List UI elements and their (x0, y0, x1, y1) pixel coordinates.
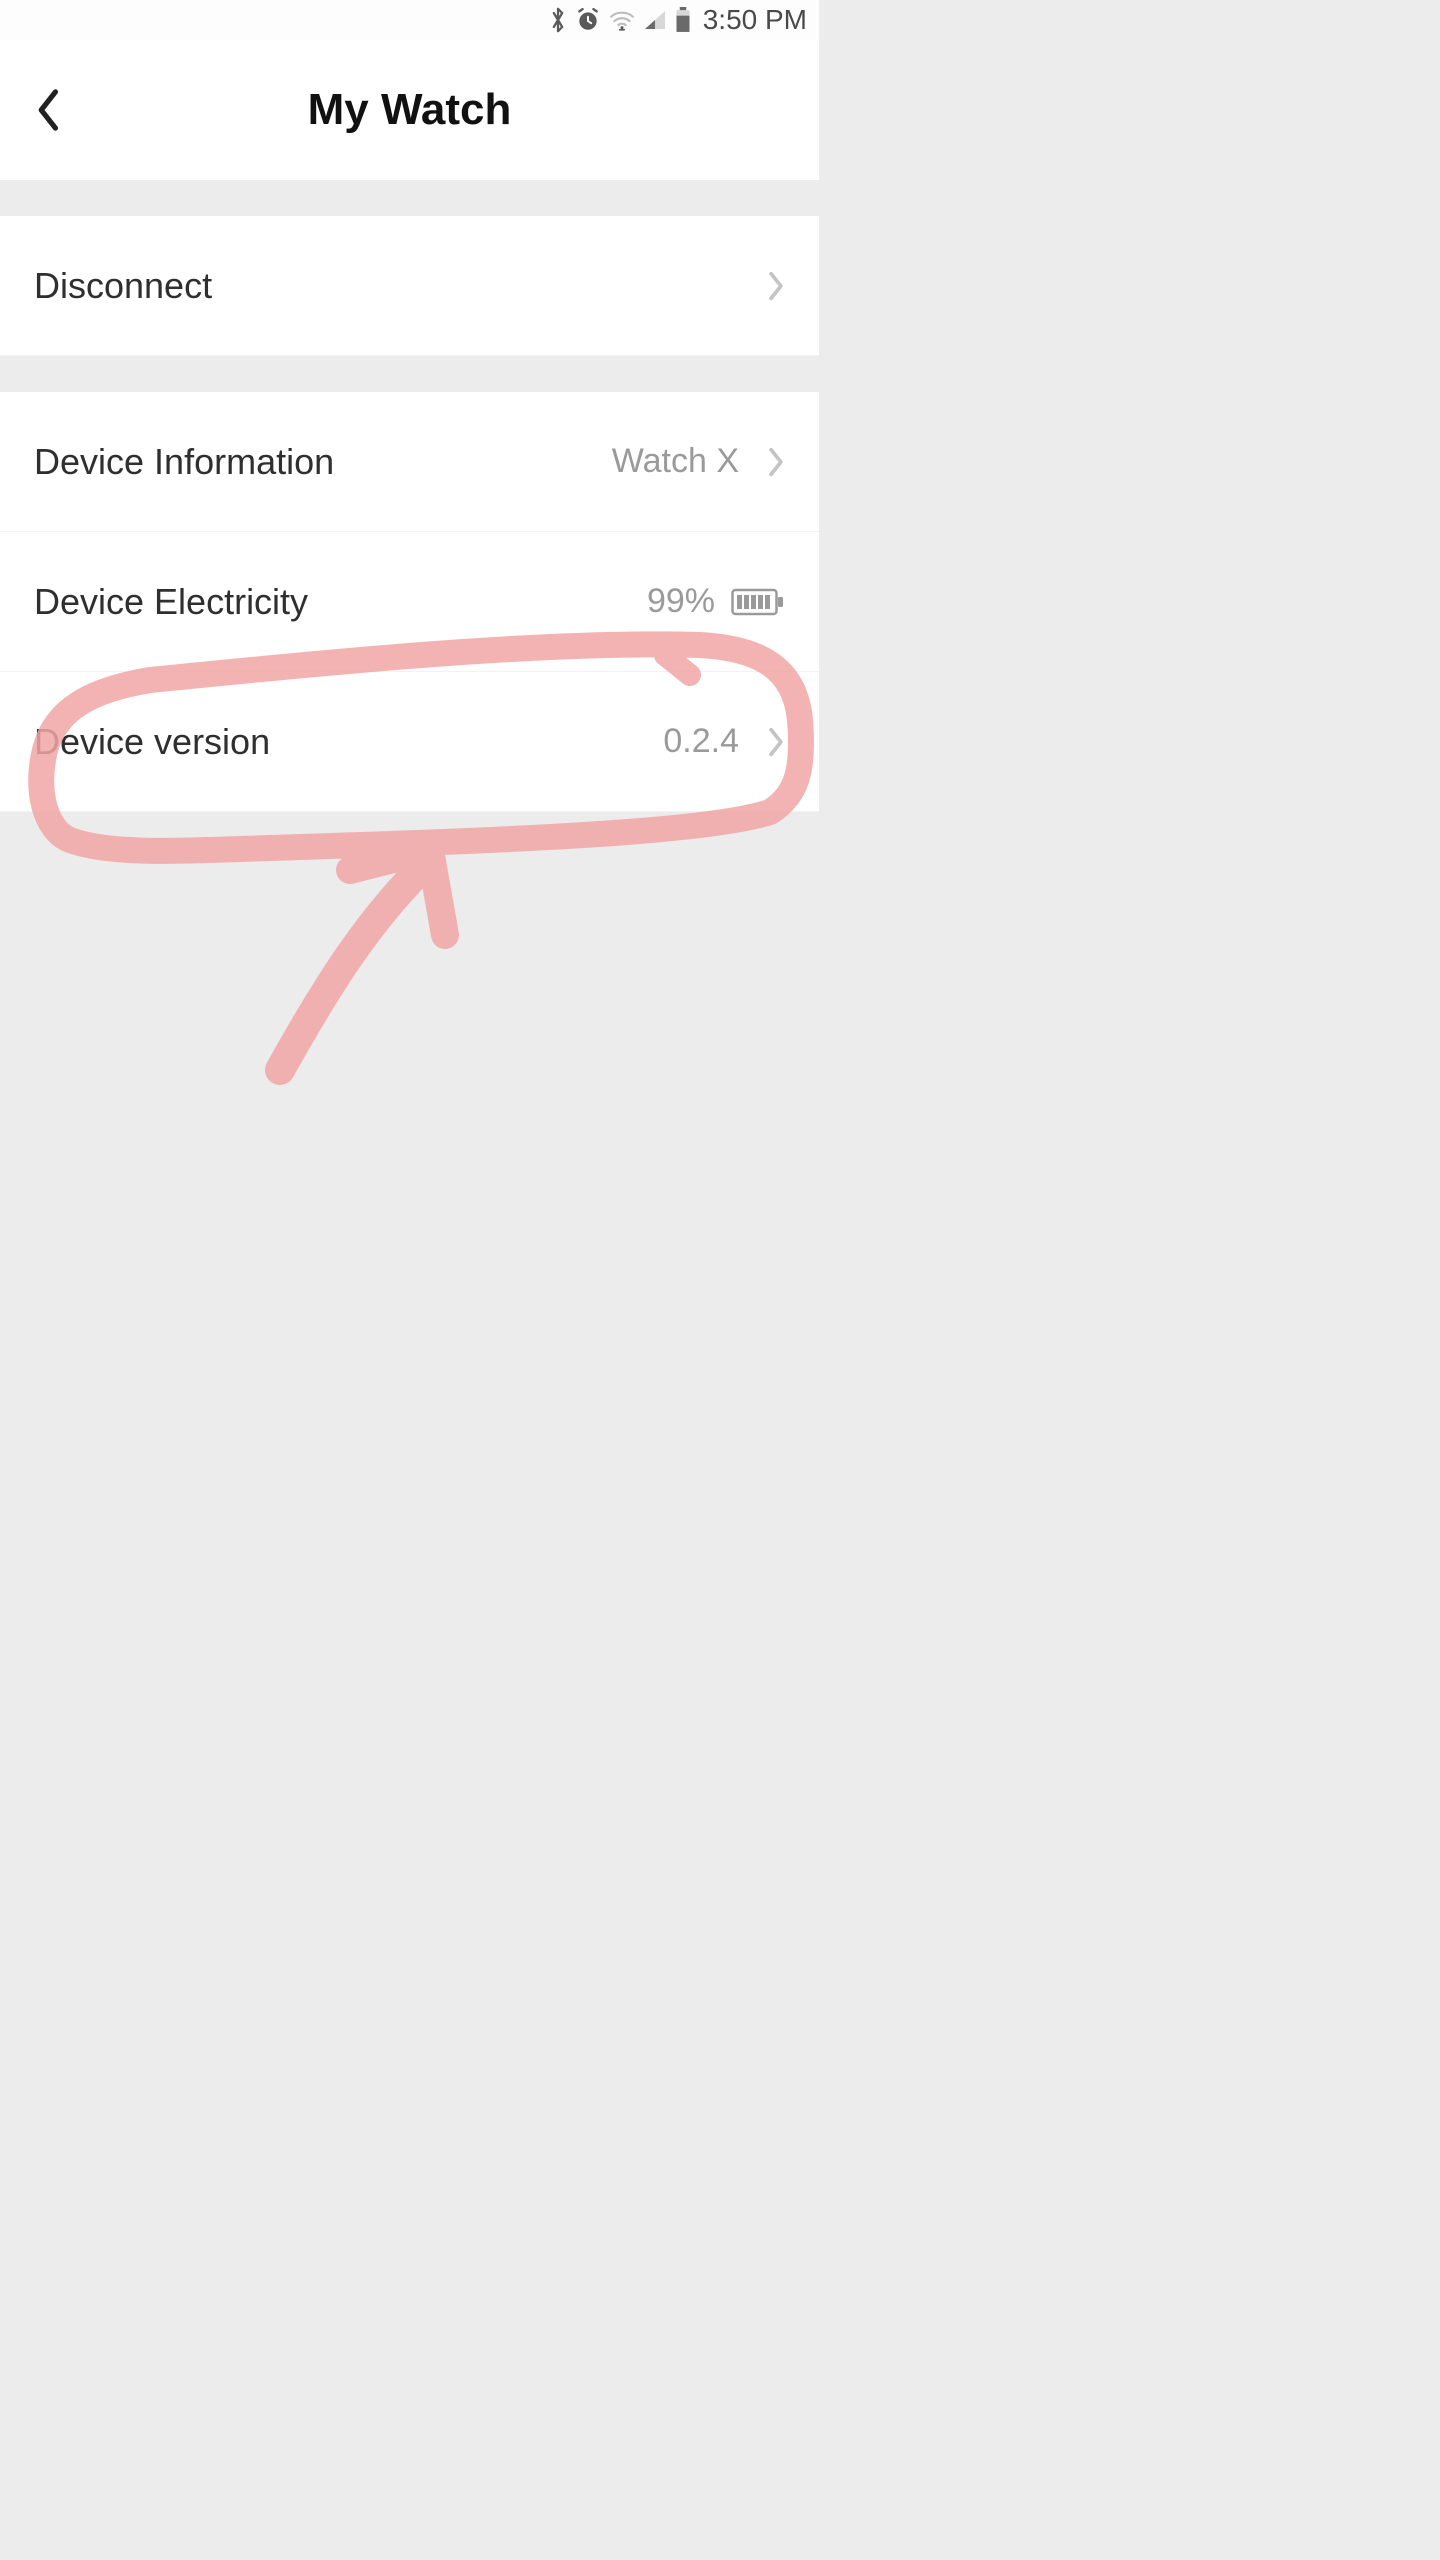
device-information-value: Watch X (612, 442, 739, 481)
chevron-right-icon (767, 270, 785, 302)
device-information-label: Device Information (34, 441, 612, 483)
page-title: My Watch (0, 85, 819, 135)
alarm-icon (575, 7, 601, 33)
device-version-value: 0.2.4 (663, 722, 739, 761)
device-electricity-label: Device Electricity (34, 581, 647, 623)
chevron-right-icon (767, 726, 785, 758)
section-gap (0, 180, 819, 216)
disconnect-label: Disconnect (34, 265, 755, 307)
battery-level-icon (731, 587, 785, 617)
chevron-right-icon (767, 446, 785, 478)
disconnect-row[interactable]: Disconnect (0, 216, 819, 356)
wifi-icon (609, 9, 635, 31)
section-gap (0, 356, 819, 392)
device-electricity-row: Device Electricity 99% (0, 532, 819, 672)
empty-area (0, 812, 819, 1440)
device-version-label: Device version (34, 721, 663, 763)
back-button[interactable] (24, 85, 74, 135)
battery-status-icon (675, 7, 691, 33)
cellular-signal-icon (643, 9, 667, 31)
device-electricity-value: 99% (647, 582, 715, 621)
device-information-row[interactable]: Device Information Watch X (0, 392, 819, 532)
app-header: My Watch (0, 40, 819, 180)
bluetooth-icon (549, 6, 567, 34)
status-bar: 3:50 PM (0, 0, 819, 40)
status-time: 3:50 PM (703, 4, 807, 36)
device-version-row[interactable]: Device version 0.2.4 (0, 672, 819, 812)
